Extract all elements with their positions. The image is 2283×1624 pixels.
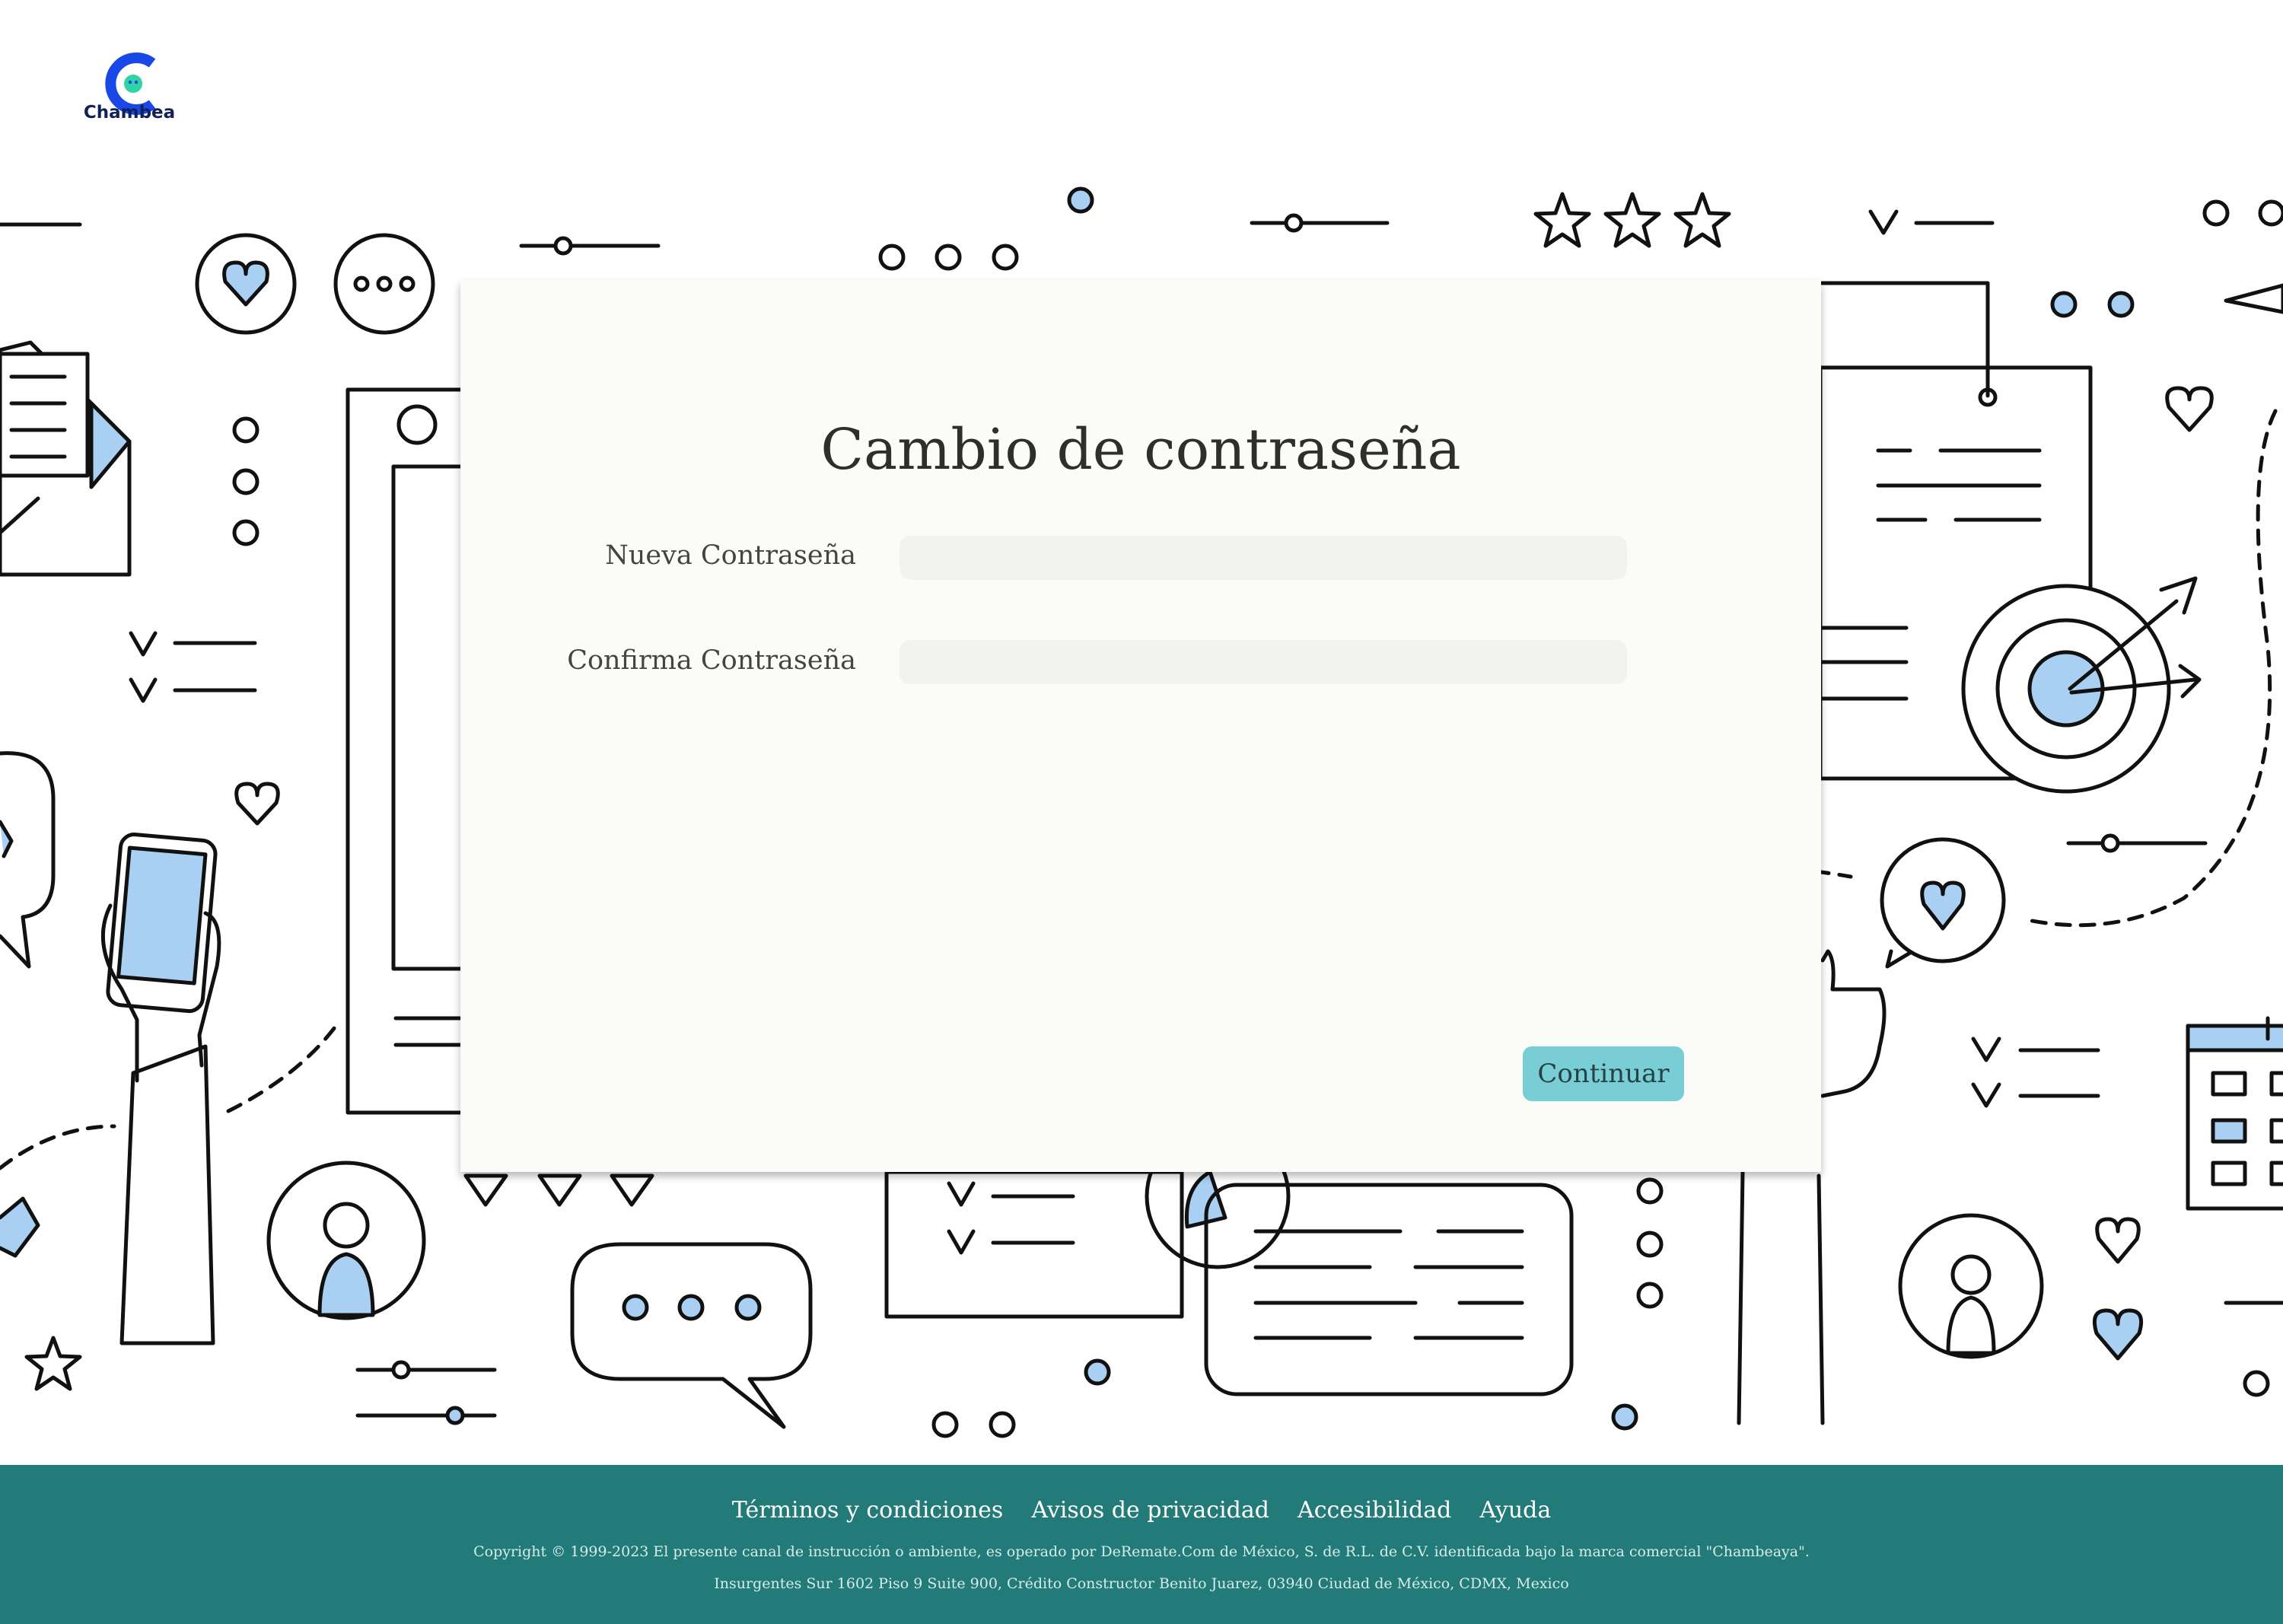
footer-copyright: Copyright © 1999-2023 El presente canal … — [473, 1543, 1810, 1560]
footer-link-terms[interactable]: Términos y condiciones — [732, 1497, 1004, 1524]
footer-links: Términos y condiciones Avisos de privaci… — [0, 1497, 2283, 1524]
continue-button[interactable]: Continuar — [1523, 1046, 1684, 1101]
footer: Términos y condiciones Avisos de privaci… — [0, 1465, 2283, 1624]
logo-wordmark: Chambea — [84, 103, 175, 122]
footer-link-accessibility[interactable]: Accesibilidad — [1298, 1497, 1451, 1524]
footer-address: Insurgentes Sur 1602 Piso 9 Suite 900, C… — [714, 1575, 1569, 1592]
footer-link-privacy[interactable]: Avisos de privacidad — [1031, 1497, 1269, 1524]
new-password-input[interactable] — [900, 536, 1627, 580]
confirm-password-input[interactable] — [900, 640, 1627, 684]
confirm-password-label: Confirma Contraseña — [567, 645, 856, 676]
footer-link-help[interactable]: Ayuda — [1479, 1497, 1551, 1524]
new-password-label: Nueva Contraseña — [605, 540, 856, 571]
page-title: Cambio de contraseña — [820, 416, 1461, 482]
chambea-logo-mark: Chambea — [84, 53, 175, 123]
password-change-card: Cambio de contraseña Nueva Contraseña Co… — [460, 280, 1821, 1172]
chambea-logo[interactable]: Chambea — [80, 42, 186, 123]
